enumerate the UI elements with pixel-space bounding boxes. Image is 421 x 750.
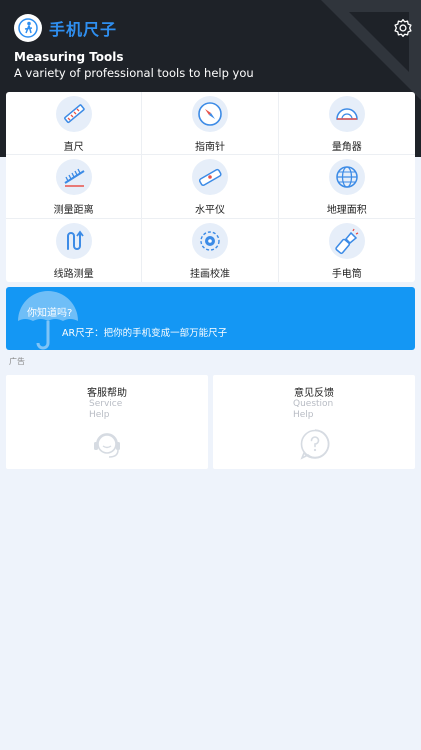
tool-label: 手电筒: [331, 268, 362, 280]
question-icon: [300, 429, 330, 460]
header-subtitle: A variety of professional tools to help …: [14, 66, 254, 80]
tool-protractor[interactable]: 量角器: [278, 92, 415, 156]
card-subtitle-line1: Service: [89, 399, 123, 409]
banner-text: AR尺子：把你的手机变成一部万能尺子: [62, 328, 228, 339]
feedback-card[interactable]: 意见反馈 Question Help: [213, 375, 415, 469]
gear-icon[interactable]: [393, 18, 413, 38]
header-title: Measuring Tools: [14, 50, 124, 64]
route-icon: [55, 222, 92, 259]
tool-label: 测量距离: [53, 205, 94, 217]
ad-label: 广告: [9, 357, 25, 366]
tool-picture-calibrate[interactable]: 挂画校准: [142, 218, 279, 282]
card-subtitle-line2: Help: [89, 410, 110, 420]
flashlight-icon: [328, 222, 365, 259]
tool-route-measure[interactable]: 线路测量: [6, 218, 143, 282]
tool-label: 直尺: [63, 142, 84, 153]
tool-flashlight[interactable]: 手电筒: [279, 219, 415, 282]
spirit-level-icon: [191, 159, 228, 196]
ruler-person-logo-icon: [14, 14, 42, 42]
compass-icon: [191, 96, 228, 132]
ruler-triangle-decoration: [321, 0, 421, 100]
tool-label: 挂画校准: [189, 268, 230, 280]
tool-label: 水平仪: [194, 205, 225, 217]
card-title: 意见反馈: [294, 388, 334, 399]
banner-question: 你知道吗?: [27, 308, 73, 319]
tool-ruler[interactable]: 直尺: [6, 92, 143, 156]
tool-label: 指南针: [194, 142, 225, 153]
umbrella-icon: [18, 291, 78, 350]
headset-icon: [94, 433, 120, 458]
tool-label: 线路测量: [53, 268, 94, 280]
tool-spirit-level[interactable]: 水平仪: [142, 155, 279, 219]
ar-ruler-banner[interactable]: 你知道吗? AR尺子：把你的手机变成一部万能尺子: [6, 287, 415, 350]
target-icon: [191, 222, 228, 259]
globe-icon: [328, 159, 365, 196]
customer-service-card[interactable]: 客服帮助 Service Help: [6, 375, 208, 469]
card-subtitle-line2: Help: [293, 410, 314, 420]
distance-ruler-icon: [55, 159, 92, 196]
tool-geo-area[interactable]: 地理面积: [278, 155, 415, 219]
protractor-icon: [328, 96, 365, 132]
tool-grid: 直尺 指南针 量角器 测量距离 水平仪 地理面积 线路测量 挂画校准 手电筒: [6, 92, 415, 282]
app-title: 手机尺子: [49, 20, 118, 39]
tool-compass[interactable]: 指南针: [142, 92, 279, 156]
tool-measure-distance[interactable]: 测量距离: [6, 155, 143, 219]
card-title: 客服帮助: [87, 388, 127, 399]
ruler-icon: [55, 96, 92, 132]
tool-label: 量角器: [331, 142, 362, 153]
tool-label: 地理面积: [326, 205, 367, 217]
card-subtitle-line1: Question: [293, 399, 334, 409]
